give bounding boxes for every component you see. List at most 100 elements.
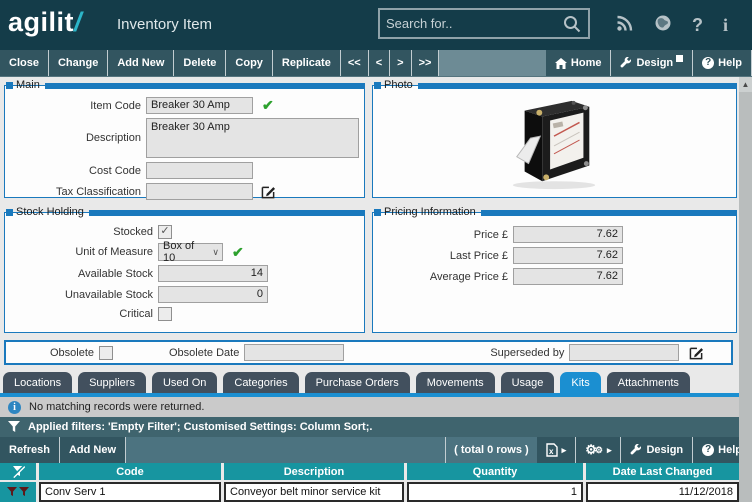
search-input[interactable] bbox=[380, 16, 563, 31]
critical-checkbox[interactable] bbox=[158, 307, 172, 321]
column-header-quantity[interactable]: Quantity bbox=[407, 463, 583, 480]
nav-prev-button[interactable]: < bbox=[369, 50, 390, 76]
unit-of-measure-label: Unit of Measure bbox=[5, 246, 158, 258]
cell-quantity[interactable]: 1 bbox=[407, 482, 583, 502]
photo-legend-text: Photo bbox=[384, 79, 418, 92]
nav-first-button[interactable]: << bbox=[341, 50, 369, 76]
question-icon[interactable]: ? bbox=[692, 16, 703, 34]
app-logo[interactable]: agilit/ bbox=[8, 7, 82, 38]
filter-funnel-icon bbox=[8, 421, 20, 433]
stock-holding-panel: Stock Holding Stocked ✓ Unit of Measure … bbox=[4, 212, 365, 333]
tab-suppliers[interactable]: Suppliers bbox=[78, 372, 146, 393]
grid-design-label: Design bbox=[646, 444, 683, 456]
header-bar: agilit/ Inventory Item ? i bbox=[0, 0, 752, 50]
obsolete-panel: Obsolete Obsolete Date Superseded by bbox=[4, 340, 733, 365]
copy-button[interactable]: Copy bbox=[226, 50, 273, 76]
row-filter-icons[interactable] bbox=[0, 482, 36, 502]
change-button[interactable]: Change bbox=[49, 50, 108, 76]
available-stock-input[interactable]: 14 bbox=[158, 265, 268, 282]
chevron-down-icon: ∨ bbox=[212, 247, 219, 258]
uom-valid-icon: ✔ bbox=[232, 244, 244, 261]
design-button-label: Design bbox=[636, 57, 673, 69]
item-code-input[interactable]: Breaker 30 Amp bbox=[146, 97, 253, 114]
excel-export-button[interactable]: x ▸ bbox=[537, 437, 577, 463]
filter-bar: Applied filters: 'Empty Filter'; Customi… bbox=[0, 417, 739, 437]
tab-kits[interactable]: Kits bbox=[560, 372, 600, 393]
unavailable-stock-input[interactable]: 0 bbox=[158, 286, 268, 303]
obsolete-date-input[interactable] bbox=[244, 344, 344, 361]
add-new-button[interactable]: Add New bbox=[108, 50, 174, 76]
superseded-edit-icon[interactable] bbox=[689, 346, 704, 360]
nav-last-button[interactable]: >> bbox=[412, 50, 440, 76]
info-circle-icon: i bbox=[8, 401, 21, 414]
cell-date-last-changed[interactable]: 11/12/2018 bbox=[586, 482, 739, 502]
column-header-code[interactable]: Code bbox=[39, 463, 221, 480]
main-panel: Main Item Code Breaker 30 Amp ✔ Descript… bbox=[4, 85, 365, 198]
search-box[interactable] bbox=[378, 8, 590, 39]
tax-edit-icon[interactable] bbox=[261, 185, 276, 199]
home-button[interactable]: Home bbox=[546, 50, 612, 76]
nav-next-button[interactable]: > bbox=[390, 50, 411, 76]
tab-attachments[interactable]: Attachments bbox=[607, 372, 690, 393]
scroll-up-button[interactable]: ▲ bbox=[739, 77, 752, 92]
average-price-input[interactable]: 7.62 bbox=[513, 268, 623, 285]
description-textarea[interactable]: Breaker 30 Amp bbox=[146, 118, 359, 158]
critical-label: Critical bbox=[5, 308, 158, 320]
stocked-label: Stocked bbox=[5, 226, 158, 238]
price-input[interactable]: 7.62 bbox=[513, 226, 623, 243]
table-row[interactable]: Conv Serv 1 Conveyor belt minor service … bbox=[0, 482, 739, 502]
tab-usage[interactable]: Usage bbox=[501, 372, 555, 393]
main-legend-text: Main bbox=[16, 79, 45, 92]
column-header-description[interactable]: Description bbox=[224, 463, 404, 480]
info-icon[interactable]: i bbox=[723, 16, 728, 34]
no-filter-icon[interactable] bbox=[0, 463, 36, 480]
delete-button[interactable]: Delete bbox=[174, 50, 226, 76]
vertical-scrollbar[interactable]: ▲ bbox=[739, 77, 752, 502]
design-button[interactable]: Design bbox=[611, 50, 693, 76]
column-header-date-last-changed[interactable]: Date Last Changed bbox=[586, 463, 739, 480]
home-button-label: Home bbox=[571, 57, 602, 69]
obsolete-label: Obsolete bbox=[6, 347, 99, 359]
tax-classification-input[interactable] bbox=[146, 183, 253, 200]
page-title: Inventory Item bbox=[117, 16, 212, 33]
tax-classification-label: Tax Classification bbox=[5, 186, 146, 198]
help-button[interactable]: ? Help bbox=[693, 50, 752, 76]
logo-text: agilit bbox=[8, 7, 74, 37]
cell-code[interactable]: Conv Serv 1 bbox=[39, 482, 221, 502]
cell-description[interactable]: Conveyor belt minor service kit bbox=[224, 482, 404, 502]
obsolete-checkbox[interactable] bbox=[99, 346, 113, 360]
tab-purchase-orders[interactable]: Purchase Orders bbox=[305, 372, 410, 393]
rss-icon[interactable] bbox=[616, 14, 634, 37]
grid-settings-button[interactable]: ⚙⚙ ▸ bbox=[576, 437, 621, 463]
tab-movements[interactable]: Movements bbox=[416, 372, 495, 393]
average-price-label: Average Price £ bbox=[373, 271, 513, 283]
refresh-button[interactable]: Refresh bbox=[0, 437, 60, 463]
replicate-button[interactable]: Replicate bbox=[273, 50, 341, 76]
close-button[interactable]: Close bbox=[0, 50, 49, 76]
grid-add-new-button[interactable]: Add New bbox=[60, 437, 126, 463]
stock-legend-text: Stock Holding bbox=[16, 206, 89, 219]
tab-used-on[interactable]: Used On bbox=[152, 372, 217, 393]
unavailable-stock-label: Unavailable Stock bbox=[5, 289, 158, 301]
stocked-checkbox[interactable]: ✓ bbox=[158, 225, 172, 239]
cost-code-input[interactable] bbox=[146, 162, 253, 179]
photo-panel: Photo bbox=[372, 85, 737, 198]
grid-help-circle-icon: ? bbox=[702, 444, 714, 456]
item-code-label: Item Code bbox=[5, 100, 146, 112]
unit-of-measure-select[interactable]: Box of 10 ∨ bbox=[158, 243, 223, 261]
search-icon[interactable] bbox=[563, 15, 581, 33]
grid-design-button[interactable]: Design bbox=[621, 437, 693, 463]
info-message: No matching records were returned. bbox=[29, 401, 204, 413]
excel-menu-arrow-icon: ▸ bbox=[562, 445, 567, 456]
photo-panel-legend: Photo bbox=[374, 79, 737, 92]
superseded-by-label: Superseded by bbox=[490, 347, 569, 359]
superseded-by-input[interactable] bbox=[569, 344, 679, 361]
globe-icon[interactable] bbox=[654, 14, 672, 37]
help-circle-icon: ? bbox=[702, 57, 714, 69]
obsolete-date-label: Obsolete Date bbox=[169, 347, 244, 359]
design-pin-square bbox=[676, 55, 683, 62]
tab-locations[interactable]: Locations bbox=[3, 372, 72, 393]
product-photo bbox=[373, 86, 736, 193]
tab-categories[interactable]: Categories bbox=[223, 372, 298, 393]
last-price-input[interactable]: 7.62 bbox=[513, 247, 623, 264]
